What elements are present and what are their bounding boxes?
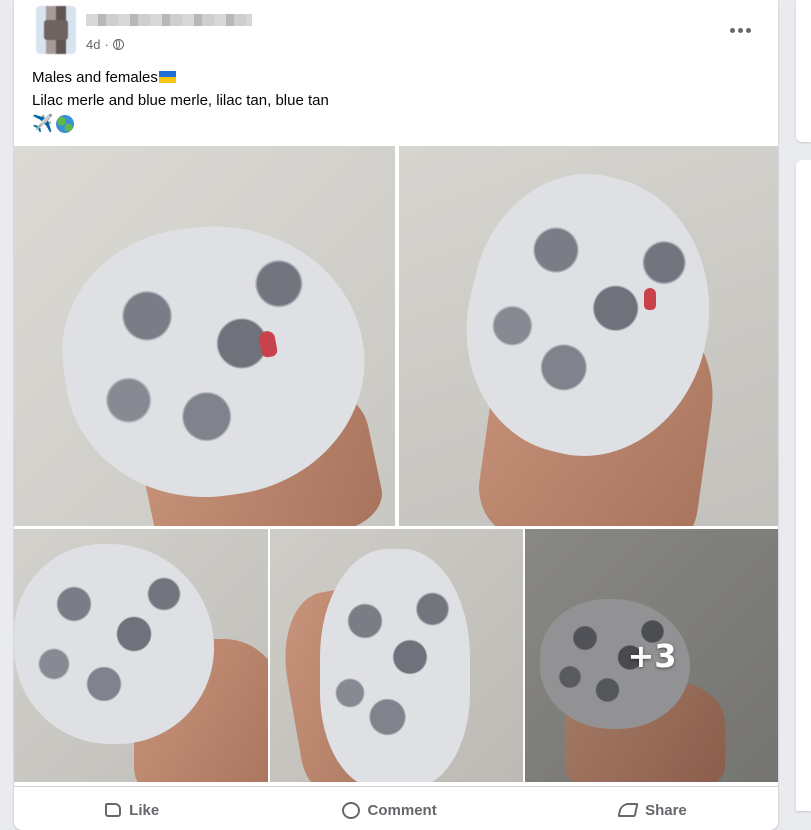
share-button[interactable]: Share [617, 796, 687, 819]
right-panel-bottom [796, 160, 811, 811]
share-label: Share [645, 801, 687, 819]
post-text: Males and females Lilac merle and blue m… [32, 66, 329, 135]
comment-label: Comment [367, 801, 437, 819]
feed-post-card: 4d · Males and females Lilac merle and b… [14, 0, 778, 830]
meta-separator: · [104, 37, 109, 52]
author-name-redacted[interactable] [86, 14, 252, 26]
puppy [14, 544, 214, 744]
ukraine-flag-icon [158, 71, 176, 83]
share-icon [617, 803, 639, 817]
more-icon [729, 27, 735, 33]
right-panel-top [796, 0, 811, 142]
airplane-icon: ✈️ [32, 114, 54, 133]
fingernail [644, 288, 656, 310]
post-photo-4[interactable] [270, 529, 523, 782]
earth-icon [56, 114, 75, 133]
like-button[interactable]: Like [105, 796, 159, 819]
comment-icon [341, 801, 360, 819]
more-photos-overlay[interactable]: +3 [525, 529, 778, 782]
post-header: 4d · [14, 0, 778, 60]
post-photo-1[interactable] [14, 146, 395, 526]
like-icon [105, 803, 122, 817]
post-photo-5[interactable]: +3 [525, 529, 778, 782]
post-text-line-2: Lilac merle and blue merle, lilac tan, b… [32, 92, 329, 109]
more-options-button[interactable] [726, 20, 754, 40]
post-text-line-1: Males and females [32, 66, 329, 89]
globe-icon[interactable] [112, 39, 124, 50]
post-meta: 4d · [86, 37, 124, 52]
post-photo-3[interactable] [14, 529, 268, 782]
comment-button[interactable]: Comment [341, 796, 437, 819]
author-avatar[interactable] [36, 6, 76, 54]
like-label: Like [129, 801, 160, 819]
puppy [320, 549, 470, 782]
post-actions-bar: Like Comment Share [14, 786, 778, 827]
post-timestamp[interactable]: 4d [86, 37, 100, 52]
post-photo-2[interactable] [399, 146, 778, 526]
more-photos-count: +3 [627, 636, 677, 675]
post-text-line-3: ✈️ [32, 112, 329, 135]
